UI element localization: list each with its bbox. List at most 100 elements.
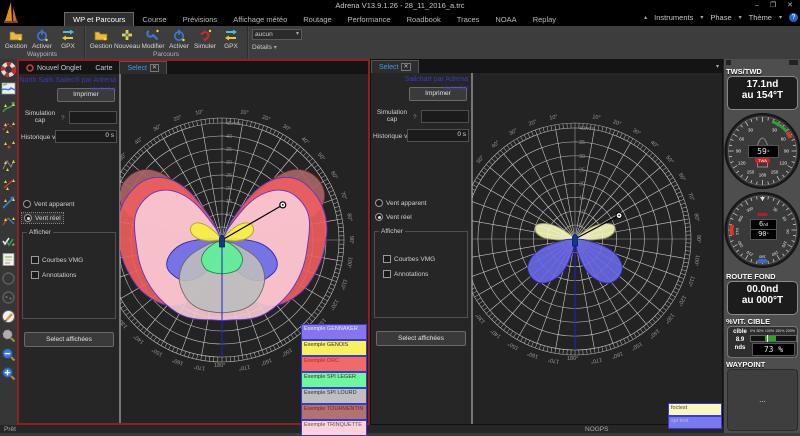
power-icon: [172, 28, 186, 42]
svg-text:60: 60: [739, 137, 745, 142]
ribbon-button-parcours-gpx[interactable]: GPX: [218, 26, 244, 50]
legend-item-exemple-spi-lourd[interactable]: Exemple SPI LOURD: [301, 388, 367, 404]
parcours-combo[interactable]: aucun▾: [252, 29, 302, 40]
adrena-logo-icon: [2, 1, 20, 23]
vent-reel-radio[interactable]: Vent réel: [375, 213, 412, 221]
select-affichees-button[interactable]: Select affichées: [24, 332, 114, 347]
svg-text:25: 25: [579, 168, 585, 174]
historique-vent-input[interactable]: 0 s: [407, 129, 469, 142]
vent-apparent-radio[interactable]: Vent apparent: [23, 200, 74, 208]
waypoints-route-icon[interactable]: [1, 157, 16, 172]
legend-item-exemple-genois[interactable]: Exemple GENOIS: [301, 340, 367, 356]
simulation-cap-input[interactable]: [421, 110, 469, 123]
right-chart-title: Sailchart par Adrena: [405, 76, 468, 83]
menu-tab-noaa[interactable]: NOAA: [487, 13, 524, 26]
scale-label: 200%: [786, 329, 795, 333]
tab-left-carte[interactable]: Carte: [88, 63, 119, 74]
menu-tab-course[interactable]: Course: [134, 13, 174, 26]
ribbon-button-parcours-nouveau[interactable]: Nouveau: [114, 26, 140, 50]
ribbon-button-waypoints-activer[interactable]: Activer: [29, 26, 55, 50]
tab-close-icon[interactable]: ✕: [150, 64, 159, 72]
zoom-in-icon[interactable]: [1, 366, 16, 381]
waypoint-icon[interactable]: [1, 138, 16, 153]
route-manage-icon[interactable]: [1, 100, 16, 115]
chart-map-icon[interactable]: [1, 81, 16, 96]
waypoint-activate-icon[interactable]: [1, 176, 16, 191]
legend-item-foctest[interactable]: foctest: [668, 403, 722, 416]
historique-vent-input[interactable]: 0 s: [55, 130, 117, 143]
svg-text:45nds: 45nds: [226, 121, 241, 127]
tab-ring-icon: [26, 64, 34, 72]
simulation-cap-input[interactable]: [69, 111, 117, 124]
legend-item-exemple-tourmentin[interactable]: Exemple TOURMENTIN: [301, 404, 367, 420]
notes-icon[interactable]: [1, 252, 16, 267]
svg-text:180: 180: [758, 255, 765, 260]
menu-tab-replay[interactable]: Replay: [525, 13, 564, 26]
route-mixed-icon[interactable]: [1, 214, 16, 229]
details-dropdown[interactable]: Détails ▾: [252, 44, 302, 51]
close-button[interactable]: ✕: [783, 1, 797, 11]
menu-tab-pr-visions[interactable]: Prévisions: [175, 13, 226, 26]
tab-left-nouvel-onglet[interactable]: Nouvel Onglet: [19, 62, 88, 74]
courbes-vmg-checkbox[interactable]: Courbes VMG: [383, 255, 435, 263]
tabbar-dropdown-icon[interactable]: ▾: [716, 63, 719, 70]
legend-item-exemple-orc[interactable]: Exemple ORC: [301, 356, 367, 372]
menu-tab-traces[interactable]: Traces: [449, 13, 488, 26]
transfer-icon: [224, 28, 238, 42]
tool-disabled-2-icon[interactable]: [1, 290, 16, 305]
collapse-ribbon-icon[interactable]: ▴: [644, 14, 647, 21]
legend-item-spi-test[interactable]: spi test: [668, 416, 722, 429]
menu-tab-performance[interactable]: Performance: [340, 13, 399, 26]
help-icon[interactable]: ?: [789, 13, 798, 22]
svg-text:90°: 90°: [695, 235, 701, 243]
ribbon-button-parcours-simuler[interactable]: Simuler: [192, 26, 218, 50]
vent-apparent-radio[interactable]: Vent apparent: [375, 199, 426, 207]
scale-label: 150%: [775, 329, 784, 333]
ribbon-button-waypoints-gestion[interactable]: Gestion: [3, 26, 29, 50]
tab-left-select[interactable]: Select✕: [119, 61, 167, 74]
ribbon-button-parcours-modifier[interactable]: Modifier: [140, 26, 166, 50]
ribbon-button-parcours-activer[interactable]: Activer: [166, 26, 192, 50]
ribbon-button-parcours-gestion[interactable]: Gestion: [88, 26, 114, 50]
vent-reel-radio[interactable]: Vent réel: [22, 213, 63, 223]
menu-tab-routage[interactable]: Routage: [295, 13, 339, 26]
percent-bar: [750, 335, 797, 342]
left-chart-area[interactable]: 10°10°20°20°30°30°40°40°50°50°60°60°70°7…: [119, 74, 121, 423]
svg-text:60°: 60°: [329, 170, 338, 180]
zoom-area-icon[interactable]: [1, 328, 16, 343]
menu-tab-wp-et-parcours[interactable]: WP et Parcours: [64, 12, 134, 26]
tab-close-icon[interactable]: ✕: [401, 63, 410, 71]
svg-text:35: 35: [579, 140, 585, 146]
right-chart-panel: Select✕ ▾ Imprimer Simulation cap ? Hist…: [370, 59, 723, 425]
menu-instruments[interactable]: Instruments: [654, 13, 693, 22]
menu-tab-affichage-m-t-o[interactable]: Affichage météo: [225, 13, 295, 26]
svg-text:10°: 10°: [195, 109, 204, 116]
svg-text:10: 10: [579, 209, 585, 215]
menu-theme[interactable]: Thème: [749, 13, 772, 22]
legend-item-exemple-spi-leger[interactable]: Exemple SPI LEGER: [301, 372, 367, 388]
svg-text:120°: 120°: [328, 298, 339, 311]
tool-disabled-1-icon[interactable]: [1, 271, 16, 286]
restore-button[interactable]: ❐: [766, 1, 780, 11]
validate-icon[interactable]: [1, 233, 16, 248]
route-trace-icon[interactable]: [1, 119, 16, 134]
legend-item-exemple-trinquette[interactable]: Exemple TRINQUETTE: [301, 420, 367, 436]
svg-text:130°: 130°: [663, 312, 675, 325]
annotations-checkbox[interactable]: Annotations: [383, 270, 428, 278]
right-chart-area[interactable]: 10°10°20°20°30°30°40°40°50°50°60°60°70°7…: [471, 73, 473, 424]
man-overboard-icon[interactable]: [1, 62, 16, 77]
minimize-button[interactable]: –: [750, 1, 764, 11]
tab-right-select[interactable]: Select✕: [371, 60, 419, 73]
svg-text:160°: 160°: [260, 356, 273, 366]
annotations-checkbox[interactable]: Annotations: [31, 271, 76, 279]
courbes-vmg-checkbox[interactable]: Courbes VMG: [31, 256, 83, 264]
menu-tab-roadbook[interactable]: Roadbook: [399, 13, 449, 26]
legend-item-exemple-gennaker[interactable]: Exemple GENNAKER: [301, 324, 367, 340]
menu-phase[interactable]: Phase: [710, 13, 731, 22]
select-affichees-button[interactable]: Select affichées: [376, 331, 466, 346]
svg-text:120: 120: [780, 161, 788, 166]
measure-icon[interactable]: [1, 309, 16, 324]
zoom-out-icon[interactable]: [1, 347, 16, 362]
bearing-line-icon[interactable]: [1, 195, 16, 210]
ribbon-button-waypoints-gpx[interactable]: GPX: [55, 26, 81, 50]
